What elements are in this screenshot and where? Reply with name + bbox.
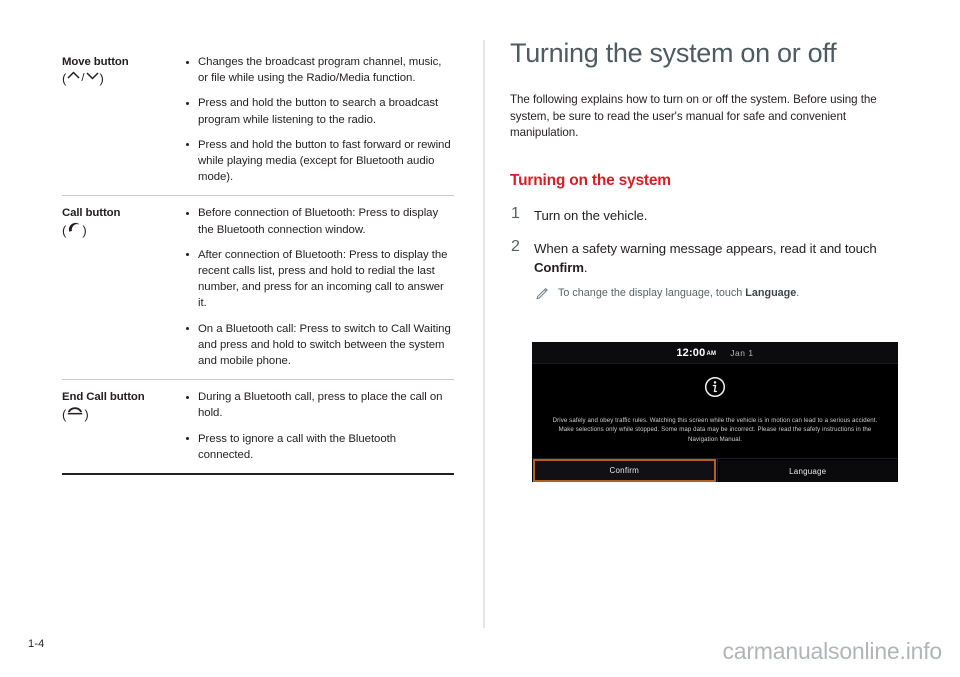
language-button[interactable]: Language xyxy=(718,460,897,482)
end-call-icon xyxy=(67,405,83,423)
left-column: Move button ( /) Changes the broadcast … xyxy=(62,44,454,477)
section-subtitle: Turning on the system xyxy=(510,171,671,189)
step-emphasis: Confirm xyxy=(534,259,584,275)
chevron-down-icon xyxy=(85,70,99,87)
bullet-list: During a Bluetooth call, press to place … xyxy=(184,389,454,463)
infotainment-screenshot: 12:00AM Jan 1 Drive safely and obey traf… xyxy=(532,342,898,482)
step-text: When a safety warning message appears, r… xyxy=(534,241,877,275)
device-dialog-body: Drive safely and obey traffic rules. Wat… xyxy=(532,364,898,482)
page-number: 1-4 xyxy=(28,638,45,650)
intro-paragraph: The following explains how to turn on or… xyxy=(510,93,877,140)
page-title: Turning the system on or off xyxy=(510,38,837,68)
paren-close: ) xyxy=(84,406,89,422)
info-icon xyxy=(704,376,726,403)
right-column: Turning the system on or off The followi… xyxy=(510,36,902,315)
slash-separator: / xyxy=(81,72,85,84)
button-name: End Call button xyxy=(62,391,145,404)
list-item: Press to ignore a call with the Bluetoot… xyxy=(184,431,454,463)
list-item: Before connection of Bluetooth: Press to… xyxy=(184,205,454,237)
button-reference-table: Move button ( /) Changes the broadcast … xyxy=(62,44,454,477)
step-text: Turn on the vehicle. xyxy=(534,208,647,223)
table-bottom-rule-cell xyxy=(62,473,454,477)
column-divider xyxy=(483,40,485,628)
step-text-part: . xyxy=(583,259,588,275)
list-item: After connection of Bluetooth: Press to … xyxy=(184,247,454,312)
phone-handset-icon xyxy=(67,221,81,240)
device-clock: 12:00AM xyxy=(676,347,716,359)
chevron-up-icon xyxy=(67,70,80,87)
row-label-cell: Move button ( /) xyxy=(62,44,184,196)
tip-note: To change the display language, touch La… xyxy=(534,286,902,301)
list-item: On a Bluetooth call: Press to switch to … xyxy=(184,321,454,370)
clock-ampm: AM xyxy=(706,350,717,357)
pencil-icon xyxy=(534,287,549,306)
row-label-cell: Call button ( ) xyxy=(62,195,184,380)
step-list: 1 Turn on the vehicle. 2 When a safety w… xyxy=(510,204,902,301)
table-bottom-rule xyxy=(62,473,454,477)
list-item: Press and hold the button to search a br… xyxy=(184,95,454,127)
list-item: Press and hold the button to fast forwar… xyxy=(184,137,454,186)
list-item: 1 Turn on the vehicle. xyxy=(510,204,902,225)
button-name: Move button xyxy=(62,56,129,68)
paren-close: ) xyxy=(82,223,87,239)
note-emphasis: Language xyxy=(745,286,797,299)
button-icon-group: ( ) xyxy=(62,405,184,423)
note-text-part: To change the display language, touch xyxy=(558,286,746,299)
paren-close: ) xyxy=(99,71,104,86)
device-date: Jan 1 xyxy=(730,347,754,358)
watermark: carmanualsonline.info xyxy=(722,638,942,664)
button-icon-group: ( / ) xyxy=(62,70,184,87)
paren-open: ( xyxy=(62,223,67,239)
button-icon-group: ( ) xyxy=(62,221,184,240)
list-item: During a Bluetooth call, press to place … xyxy=(184,389,454,421)
list-item: Changes the broadcast program channel, m… xyxy=(184,54,454,86)
table-row: End Call button ( ) During a Bluetooth c… xyxy=(62,379,454,475)
row-description-cell: Before connection of Bluetooth: Press to… xyxy=(184,195,454,380)
button-separator xyxy=(716,459,718,482)
bullet-list: Changes the broadcast program channel, m… xyxy=(184,54,454,185)
table-row: Move button ( /) Changes the broadcast … xyxy=(62,44,454,196)
step-text-part: When a safety warning message appears, r… xyxy=(534,240,877,256)
note-text-part: . xyxy=(796,286,800,299)
row-description-cell: Changes the broadcast program channel, m… xyxy=(184,44,454,196)
device-warning-message: Drive safely and obey traffic rules. Wat… xyxy=(552,417,878,443)
paren-open: ( xyxy=(62,406,67,422)
device-status-bar: 12:00AM Jan 1 xyxy=(532,342,898,364)
table-row: Call button ( ) Before connection of Blu… xyxy=(62,195,454,380)
row-label-cell: End Call button ( ) xyxy=(62,379,184,475)
step-text-part: Turn on the vehicle. xyxy=(534,207,648,223)
row-description-cell: During a Bluetooth call, press to place … xyxy=(184,379,454,475)
list-item: 2 When a safety warning message appears,… xyxy=(510,237,902,301)
step-number: 1 xyxy=(511,204,520,222)
bullet-list: Before connection of Bluetooth: Press to… xyxy=(184,205,454,369)
confirm-button[interactable]: Confirm xyxy=(533,459,716,482)
clock-time: 12:00 xyxy=(676,346,706,359)
step-number: 2 xyxy=(511,237,520,255)
manual-page: Move button ( /) Changes the broadcast … xyxy=(0,0,960,677)
button-name: Call button xyxy=(62,207,121,220)
paren-open: ( xyxy=(62,71,67,86)
device-button-bar: Confirm Language xyxy=(532,458,898,482)
